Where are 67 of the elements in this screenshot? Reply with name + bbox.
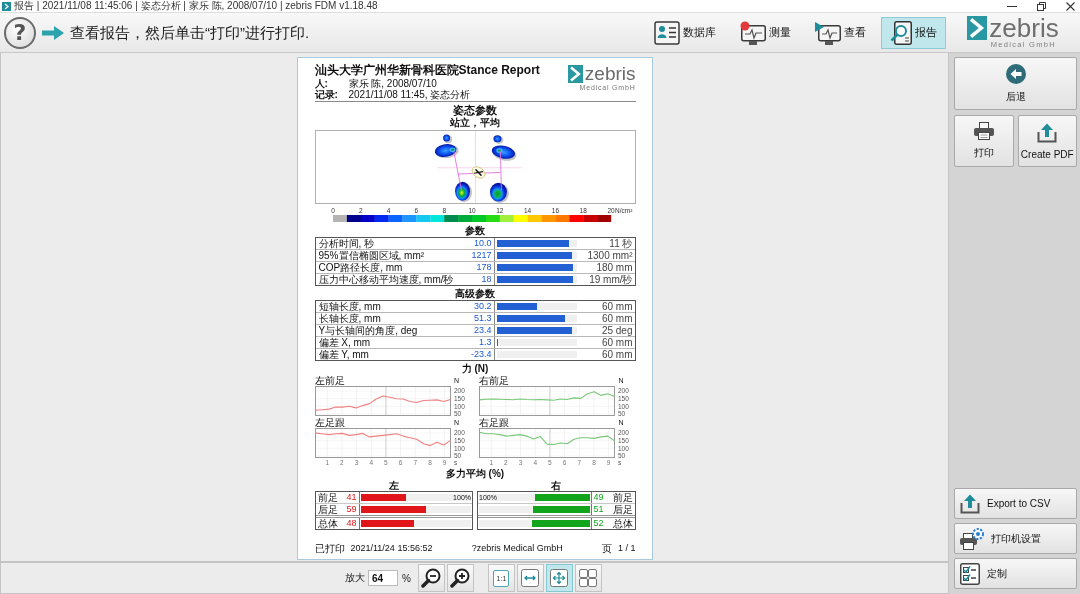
scale-max-label: 180 mm — [595, 262, 634, 273]
printed-time: 2021/11/24 15:56:52 — [350, 543, 433, 554]
row-label: 后足 — [611, 504, 634, 515]
scale-max-label: 1300 mm² — [586, 250, 634, 261]
table-title: 参数 — [464, 224, 486, 237]
percent-label: % — [402, 572, 411, 584]
parameter-value: 178 — [464, 262, 495, 273]
parameter-value: 1217 — [464, 250, 495, 261]
parameter-value: 10.0 — [464, 238, 495, 249]
parameter-label: 偏差 X, mm — [317, 337, 372, 348]
row-value: 48 — [341, 518, 360, 529]
map-caption: 站立，平均 — [449, 117, 501, 128]
copyright-text: ?zebris Medical GmbH — [471, 543, 563, 554]
parameter-value: 18 — [464, 274, 495, 285]
chart-title: 右足跟 — [479, 417, 509, 428]
chart-title: 左前足 — [314, 375, 345, 386]
page-label: 页 — [602, 543, 612, 554]
instruction-text: 查看报告，然后单击“打印”进行打印. — [70, 23, 310, 42]
chart-title: 左足跟 — [314, 417, 345, 428]
scale-max-label: 60 mm — [600, 301, 634, 312]
scale-max-label: 60 mm — [600, 313, 634, 324]
chart-title: 右前足 — [479, 375, 509, 386]
logo-text: zebris — [989, 16, 1059, 40]
parameter-label: COP路径长度, mm — [317, 262, 404, 273]
parameter-label: 长轴长度, mm — [317, 313, 382, 324]
row-label: 总体 — [611, 518, 634, 529]
zoom-label: 放大 — [345, 571, 366, 585]
parameter-label: 短轴长度, mm — [317, 301, 382, 312]
meta-label: 记录: — [314, 89, 339, 100]
meta-value: 家乐 陈, 2008/07/10 — [348, 78, 438, 89]
parameter-label: 分析时间, 秒 — [317, 238, 376, 249]
meta-value: 2021/11/08 11:45, 姿态分析 — [348, 89, 472, 100]
section-title: 力 (N) — [460, 362, 490, 375]
parameter-value: -23.4 — [464, 349, 495, 360]
scale-max-label: 60 mm — [600, 349, 634, 360]
table-title: 高级参数 — [454, 287, 496, 300]
section-title: 姿态参数 — [452, 104, 498, 117]
parameter-value: 51.3 — [464, 313, 495, 324]
row-value: 59 — [341, 504, 360, 515]
row-label: 前足 — [611, 492, 634, 503]
window-title: 报告 | 2021/11/08 11:45:06 | 姿态分析 | 家乐 陈, 2008/07/10 | zebris FDM v1.18.48 — [14, 0, 378, 12]
scale-max-label: 25 deg — [600, 325, 634, 336]
row-value: 49 — [590, 492, 609, 503]
parameter-value: 30.2 — [464, 301, 495, 312]
parameter-label: Y与长轴间的角度, deg — [317, 325, 419, 336]
row-label: 后足 — [316, 504, 339, 515]
row-value: 41 — [341, 492, 360, 503]
parameter-label: 偏差 Y, mm — [317, 349, 370, 360]
section-title: 多力平均 (%) — [444, 467, 506, 480]
side-label: 左 — [387, 480, 400, 491]
row-label: 总体 — [316, 518, 339, 529]
report-title: 汕头大学广州华新骨科医院Stance Report — [314, 63, 540, 78]
parameter-value: 1.3 — [464, 337, 495, 348]
logo-text: zebris — [584, 65, 636, 83]
scale-max-label: 60 mm — [600, 337, 634, 348]
meta-label: 人: — [314, 78, 328, 89]
page-number: 1 / 1 — [618, 543, 636, 554]
scale-max-label: 11 秒 — [608, 238, 634, 249]
parameter-value: 23.4 — [464, 325, 495, 336]
scale-max-label: 19 mm/秒 — [588, 274, 634, 285]
row-label: 前足 — [316, 492, 339, 503]
parameter-label: 95%置信椭圆区域, mm² — [317, 250, 426, 261]
row-value: 51 — [590, 504, 609, 515]
parameter-label: 压力中心移动平均速度, mm/秒 — [317, 274, 455, 285]
side-label: 右 — [550, 480, 563, 491]
row-value: 52 — [590, 518, 609, 529]
printed-label: 已打印 — [314, 543, 345, 554]
